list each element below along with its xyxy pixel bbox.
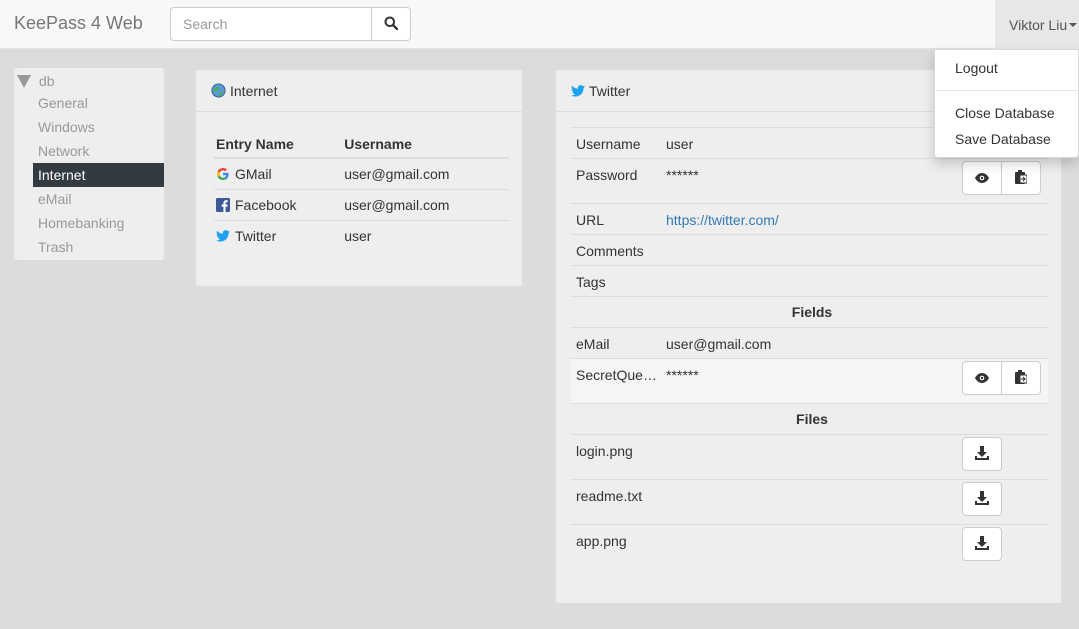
navbar: KeePass 4 Web Viktor Liu — [0, 0, 1079, 49]
download-icon — [975, 490, 989, 508]
section-heading: Fields — [571, 296, 1048, 328]
entry-detail-table: Username user Password ****** URL https:… — [571, 127, 1048, 570]
field-label: SecretQuestion — [571, 358, 661, 404]
user-menu-toggle[interactable]: Viktor Liu — [995, 0, 1079, 49]
detail-row-password: Password ****** — [571, 158, 1048, 204]
show-field-button[interactable] — [962, 361, 1002, 395]
entry-username: user@gmail.com — [344, 165, 450, 182]
search-input[interactable] — [170, 7, 372, 41]
field-label: URL — [571, 203, 661, 235]
detail-row-comments: Comments — [571, 234, 1048, 266]
table-row[interactable]: Facebook user@gmail.com — [214, 188, 509, 220]
download-button[interactable] — [962, 527, 1002, 561]
entry-username: user — [342, 219, 509, 251]
entry-name: Facebook — [235, 196, 297, 213]
column-header-username: Username — [342, 130, 509, 159]
twitter-icon — [216, 229, 230, 242]
field-value: user — [661, 127, 880, 159]
twitter-icon — [571, 84, 585, 97]
panel-title: Twitter — [589, 82, 631, 99]
search-button[interactable] — [372, 7, 411, 41]
close-database-menu-item[interactable]: Close Database — [935, 100, 1078, 126]
download-icon — [975, 535, 989, 553]
section-heading-fields: Fields — [571, 296, 1048, 328]
tree-root-label: db — [39, 73, 55, 89]
file-row: readme.txt — [571, 479, 1048, 525]
entry-name: Twitter — [235, 227, 277, 244]
url-link[interactable]: https://twitter.com/ — [666, 212, 779, 228]
eye-icon — [975, 170, 989, 186]
file-row: app.png — [571, 524, 1048, 570]
logout-menu-item[interactable]: Logout — [935, 55, 1078, 81]
file-name: login.png — [571, 434, 880, 480]
globe-icon — [211, 83, 226, 98]
search-form — [170, 7, 411, 41]
detail-row-custom-field: SecretQuestion ****** — [571, 358, 1048, 404]
save-database-menu-item[interactable]: Save Database — [935, 126, 1078, 152]
entry-username: user@gmail.com — [342, 188, 509, 220]
entry-name: GMail — [235, 165, 272, 182]
tree-root[interactable]: db — [14, 71, 164, 91]
clipboard-icon — [1015, 169, 1028, 187]
field-label: Username — [571, 127, 661, 159]
detail-row-url: URL https://twitter.com/ — [571, 203, 1048, 235]
app-title[interactable]: KeePass 4 Web — [14, 13, 143, 34]
tree-item-general[interactable]: General — [33, 91, 164, 115]
detail-row-custom-field: eMail user@gmail.com — [571, 327, 1048, 359]
tree-item-internet[interactable]: Internet — [33, 163, 164, 187]
copy-field-button[interactable] — [1001, 361, 1041, 395]
password-value: ****** — [661, 158, 880, 204]
tree-item-email[interactable]: eMail — [33, 187, 164, 211]
copy-password-button[interactable] — [1001, 161, 1041, 195]
menu-divider — [935, 90, 1078, 91]
file-name: readme.txt — [571, 479, 880, 525]
panel-header: Internet — [196, 70, 522, 112]
expand-triangle-icon[interactable] — [17, 74, 31, 88]
user-name: Viktor Liu — [1009, 16, 1068, 33]
user-dropdown: Logout Close Database Save Database — [934, 49, 1079, 158]
group-tree: db General Windows Network Internet eMai… — [14, 68, 164, 260]
field-label: eMail — [571, 327, 661, 359]
caret-down-icon — [1069, 22, 1078, 27]
section-heading: Files — [571, 403, 1048, 435]
table-row[interactable]: GMail user@gmail.com — [214, 158, 509, 189]
tree-item-trash[interactable]: Trash — [33, 235, 164, 259]
field-value: user@gmail.com — [661, 327, 880, 359]
field-value: ****** — [661, 358, 880, 404]
tree-item-windows[interactable]: Windows — [33, 115, 164, 139]
entry-table: Entry Name Username GMail user@gmail.com — [214, 130, 509, 251]
column-header-entry-name: Entry Name — [214, 130, 343, 159]
section-heading-files: Files — [571, 403, 1048, 435]
download-button[interactable] — [962, 437, 1002, 471]
tree-item-homebanking[interactable]: Homebanking — [33, 211, 164, 235]
field-label: Tags — [571, 265, 661, 297]
search-icon — [384, 16, 399, 33]
file-name: app.png — [571, 524, 880, 570]
table-row[interactable]: Twitter user — [214, 219, 509, 251]
eye-icon — [975, 370, 989, 386]
facebook-icon — [216, 197, 230, 212]
field-label: Comments — [571, 234, 661, 266]
tree-item-network[interactable]: Network — [33, 139, 164, 163]
download-icon — [975, 445, 989, 463]
clipboard-icon — [1015, 369, 1028, 387]
field-label: Password — [571, 158, 661, 204]
file-row: login.png — [571, 434, 1048, 480]
panel-title: Internet — [230, 82, 278, 99]
download-button[interactable] — [962, 482, 1002, 516]
detail-row-tags: Tags — [571, 265, 1048, 297]
show-password-button[interactable] — [962, 161, 1002, 195]
google-icon — [216, 167, 230, 181]
entry-list-panel: Internet Entry Name Username GMail user@… — [195, 69, 523, 287]
